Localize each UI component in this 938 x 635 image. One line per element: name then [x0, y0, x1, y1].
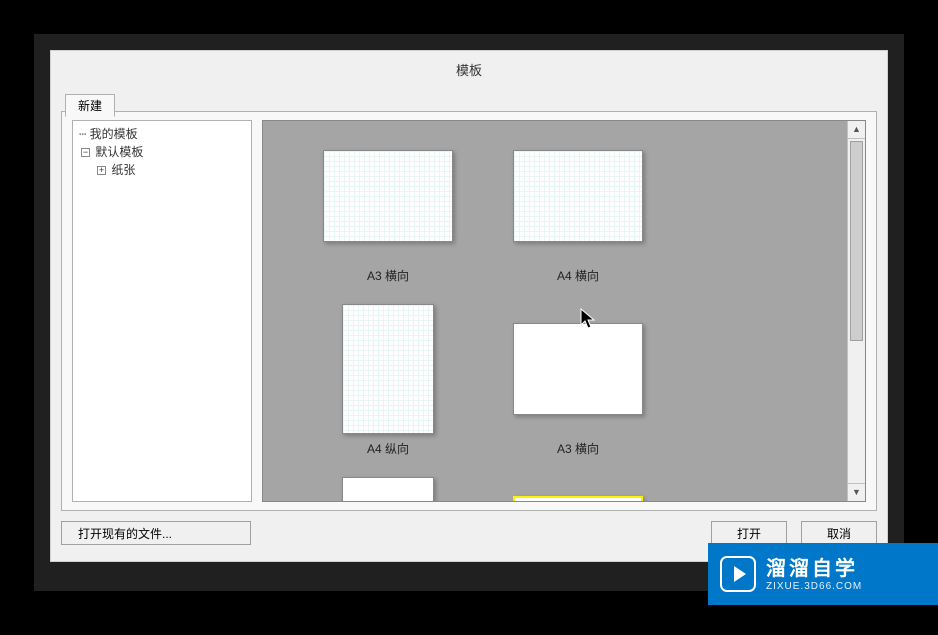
template-item-a4-landscape-blank-selected[interactable]: A4 横向	[498, 477, 658, 501]
tab-strip: 新建	[65, 93, 115, 116]
template-thumbnail	[513, 150, 643, 242]
dialog-content: ⋯ 我的模板 − 默认模板 + 纸张	[61, 111, 877, 511]
template-label: A3 横向	[557, 440, 599, 457]
tree-expander-plus-icon[interactable]: +	[97, 166, 106, 175]
vertical-scrollbar[interactable]: ▲ ▼	[847, 121, 865, 501]
template-grid-panel: A3 横向 A4 横向 A4 纵向	[262, 120, 866, 502]
open-button[interactable]: 打开	[711, 521, 787, 545]
tree-label: 我的模板	[90, 127, 138, 141]
template-item-a3-portrait-blank[interactable]: A3 纵向	[308, 477, 468, 501]
template-label: A3 横向	[367, 267, 409, 284]
template-item-a4-portrait-grid[interactable]: A4 纵向	[308, 304, 468, 457]
scroll-up-icon[interactable]: ▲	[848, 121, 865, 139]
cancel-button[interactable]: 取消	[801, 521, 877, 545]
tree-label: 纸张	[111, 163, 135, 177]
template-dialog: 模板 新建 ⋯ 我的模板 − 默认模板 + 纸张	[50, 50, 888, 562]
template-tree-panel: ⋯ 我的模板 − 默认模板 + 纸张	[72, 120, 252, 502]
template-label: A4 横向	[557, 267, 599, 284]
scroll-thumb[interactable]	[850, 141, 863, 341]
template-thumbnail	[513, 496, 643, 501]
tree-label: 默认模板	[95, 145, 143, 159]
template-item-a3-landscape-blank[interactable]: A3 横向	[498, 304, 658, 457]
template-thumbnail	[513, 323, 643, 415]
tree-item-paper[interactable]: + 纸张	[79, 161, 245, 179]
tree-expander-minus-icon[interactable]: −	[81, 148, 90, 157]
tree-branch-icon: ⋯	[79, 127, 86, 141]
watermark-subtitle: ZIXUE.3D66.COM	[766, 581, 862, 592]
template-label: A4 纵向	[367, 440, 409, 457]
play-icon	[720, 556, 756, 592]
template-item-a3-landscape-grid[interactable]: A3 横向	[308, 131, 468, 284]
tree-item-my-templates[interactable]: ⋯ 我的模板	[79, 125, 245, 143]
watermark: 溜溜自学 ZIXUE.3D66.COM	[708, 543, 938, 605]
scroll-down-icon[interactable]: ▼	[848, 483, 865, 501]
template-thumbnail	[342, 304, 434, 434]
tree-item-default-templates[interactable]: − 默认模板	[79, 143, 245, 161]
tab-new[interactable]: 新建	[65, 94, 115, 117]
dialog-title: 模板	[51, 51, 887, 91]
template-thumbnail	[342, 477, 434, 501]
template-thumbnail	[323, 150, 453, 242]
template-item-a4-landscape-grid[interactable]: A4 横向	[498, 131, 658, 284]
template-tree: ⋯ 我的模板 − 默认模板 + 纸张	[73, 121, 251, 183]
watermark-title: 溜溜自学	[766, 557, 862, 581]
template-grid: A3 横向 A4 横向 A4 纵向	[263, 121, 847, 501]
open-existing-file-button[interactable]: 打开现有的文件...	[61, 521, 251, 545]
